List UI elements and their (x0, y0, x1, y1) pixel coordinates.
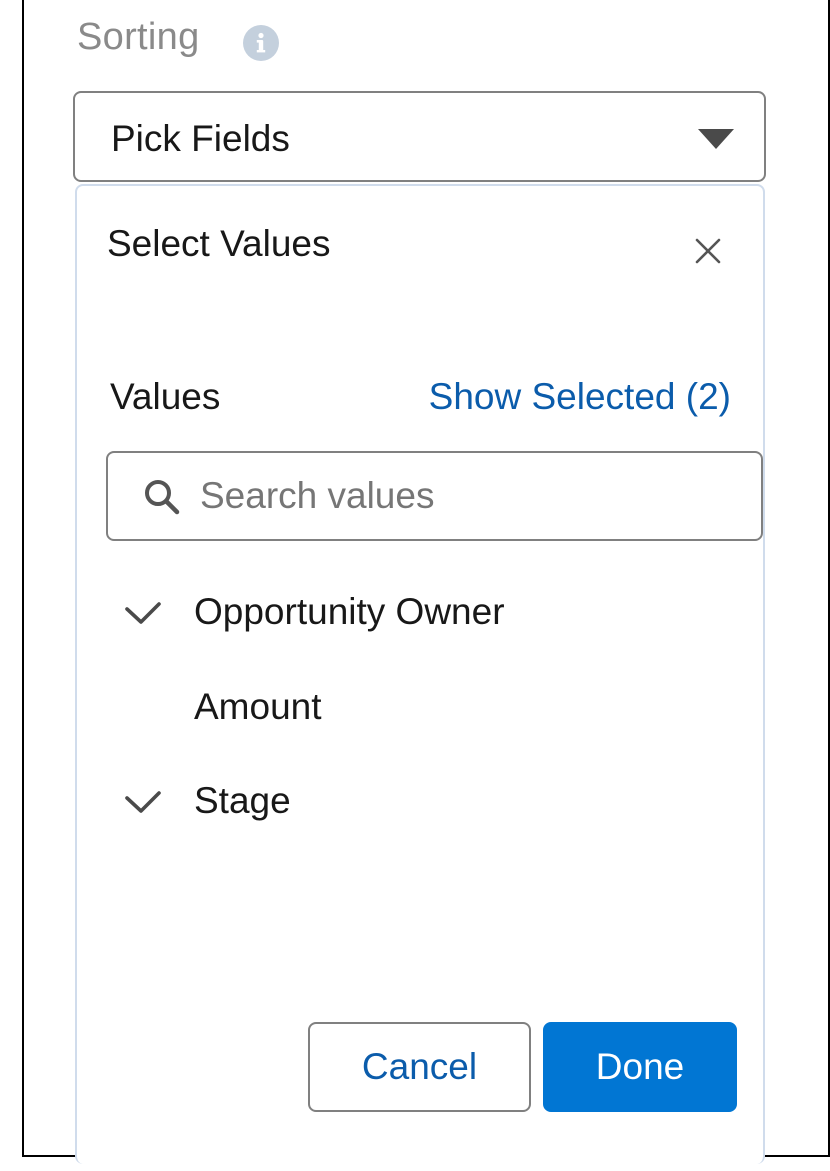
option-stage[interactable]: Stage (77, 758, 763, 844)
search-input[interactable] (200, 467, 740, 525)
caret-down-icon (698, 129, 734, 149)
info-icon-glyph (256, 32, 266, 53)
option-label: Amount (194, 686, 322, 727)
option-amount[interactable]: Amount (77, 664, 763, 750)
pick-fields-label: Pick Fields (111, 118, 290, 159)
search-icon (145, 480, 180, 515)
show-selected-link[interactable]: Show Selected (2) (429, 376, 731, 418)
info-icon[interactable] (243, 25, 279, 61)
check-icon (125, 791, 161, 813)
option-label: Opportunity Owner (194, 591, 505, 632)
values-label: Values (110, 376, 221, 417)
sorting-label: Sorting (77, 16, 200, 58)
select-values-popover: Select Values Values Show Selected (2) O… (75, 184, 765, 1164)
close-button[interactable] (689, 232, 727, 270)
popover-title: Select Values (107, 223, 331, 264)
option-label: Stage (194, 780, 291, 821)
cancel-button[interactable]: Cancel (308, 1022, 531, 1112)
pick-fields-dropdown[interactable]: Pick Fields (73, 91, 766, 182)
done-button[interactable]: Done (543, 1022, 737, 1112)
close-icon (695, 238, 721, 264)
check-icon (125, 602, 161, 624)
option-opportunity-owner[interactable]: Opportunity Owner (77, 569, 763, 655)
search-box[interactable] (106, 451, 763, 541)
